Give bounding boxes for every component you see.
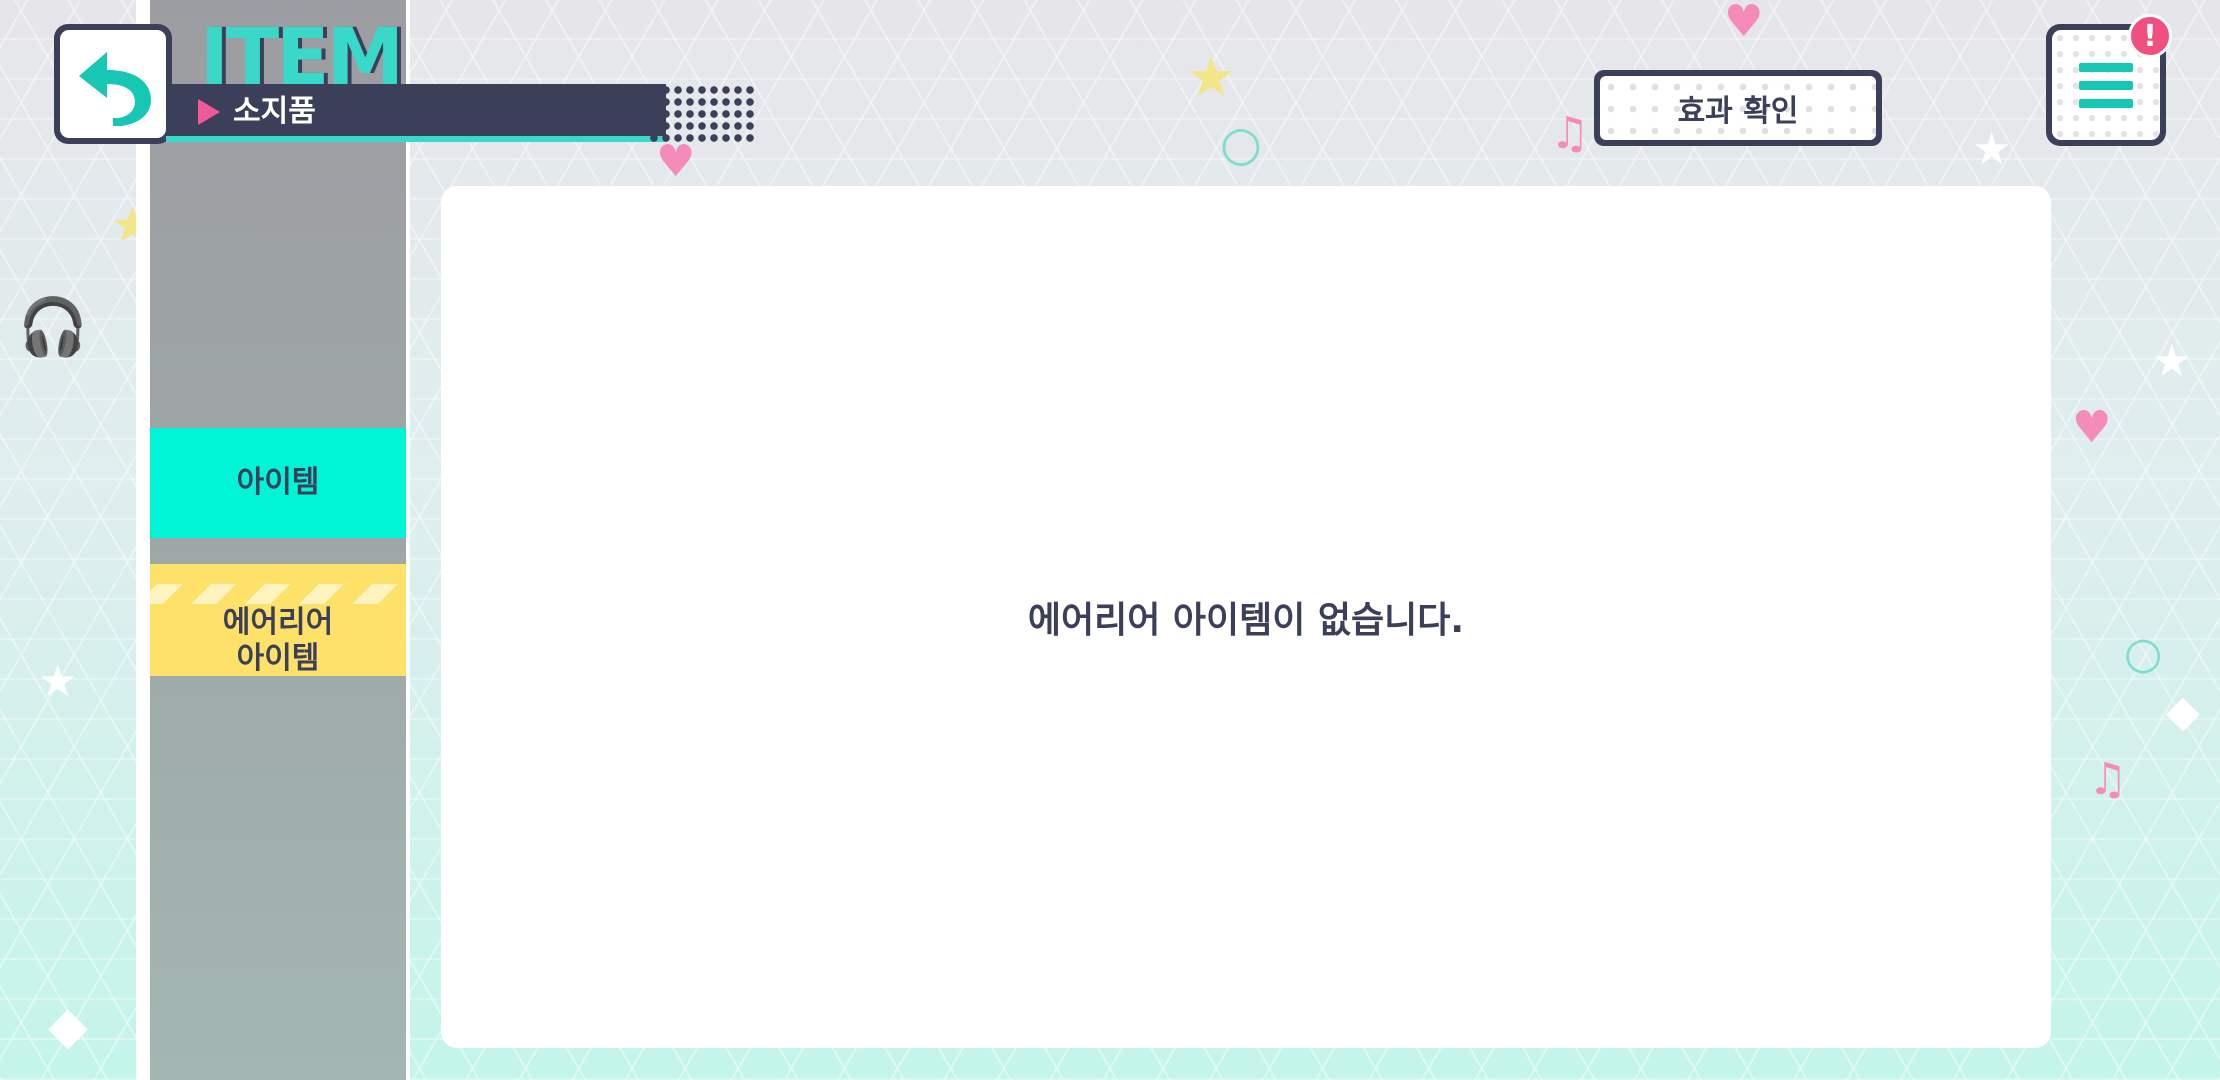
back-button[interactable] <box>54 24 172 144</box>
play-triangle-icon <box>198 99 220 125</box>
heart-icon: ♥ <box>2072 402 2112 453</box>
ring-icon: ○ <box>1220 116 1262 172</box>
star-icon: ★ <box>2152 336 2192 387</box>
page-subtitle: 소지품 <box>233 94 316 129</box>
sidebar-item-label: 아이템 <box>236 465 320 500</box>
check-effect-label: 효과 확인 <box>1677 94 1799 129</box>
heart-icon: ♥ <box>1724 0 1764 47</box>
ring-icon: ○ <box>2124 628 2163 679</box>
diamond-icon: ◆ <box>2166 686 2200 737</box>
headphones-icon: 🎧 <box>18 295 88 360</box>
star-icon: ★ <box>38 656 78 707</box>
empty-state-message: 에어리어 아이템이 없습니다. <box>1027 600 1465 641</box>
diamond-icon: ◆ <box>48 996 88 1056</box>
item-list-panel: 에어리어 아이템이 없습니다. <box>441 186 2051 1048</box>
notification-badge: ! <box>2128 14 2172 58</box>
check-effect-button[interactable]: 효과 확인 <box>1594 70 1882 146</box>
star-icon: ★ <box>1186 45 1237 110</box>
music-note-icon: ♫ <box>2088 754 2128 805</box>
heart-icon: ♥ <box>656 136 696 187</box>
star-icon: ★ <box>1972 124 2012 175</box>
sidebar-panel <box>150 0 406 1080</box>
sidebar-item-label: 에어리어 아이템 <box>222 605 334 676</box>
sidebar-item-items[interactable]: 아이템 <box>150 428 406 538</box>
caution-stripe <box>150 584 406 604</box>
back-arrow-icon <box>79 52 151 126</box>
sidebar-item-area-items[interactable]: 에어리어 아이템 <box>150 564 406 676</box>
music-note-icon: ♫ <box>1550 108 1590 159</box>
halftone-decoration <box>648 84 758 142</box>
